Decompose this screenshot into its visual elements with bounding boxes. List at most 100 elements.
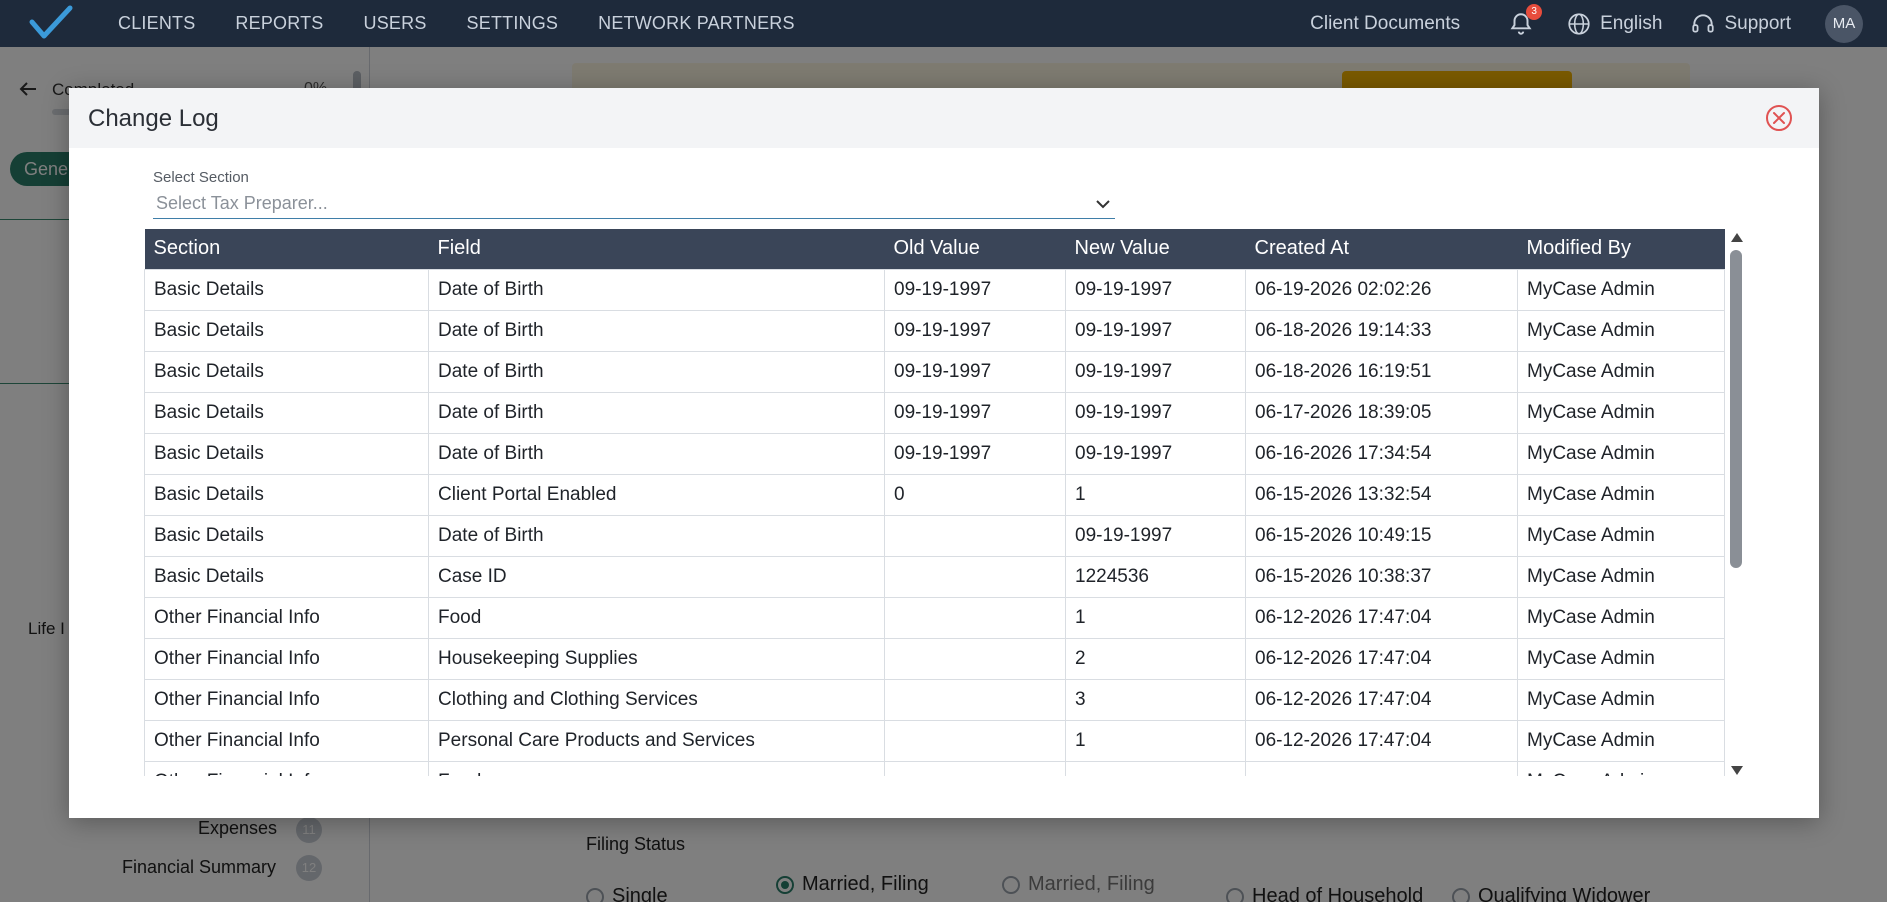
cell-section: Other Financial Info — [144, 719, 429, 762]
cell-created-at: 06-12-2026 17:47:04 — [1245, 719, 1518, 762]
user-avatar[interactable]: MA — [1825, 4, 1863, 43]
nav-reports[interactable]: REPORTS — [235, 13, 323, 34]
table-row: Basic Details Date of Birth 09-19-1997 09-1… — [144, 309, 1725, 352]
cell-field: Client Portal Enabled — [428, 473, 885, 516]
cell-old-value — [884, 678, 1066, 721]
table-row: Basic Details Date of Birth 09-19-1997 09-1… — [144, 432, 1725, 475]
cell-old-value — [884, 760, 1066, 776]
cell-old-value — [884, 514, 1066, 557]
brand-logo-icon[interactable] — [28, 4, 76, 44]
nav-right: Client Documents 3 English Support MA — [1310, 0, 1887, 47]
nav-users[interactable]: USERS — [364, 13, 427, 34]
cell-new-value: 1224536 — [1065, 555, 1246, 598]
top-nav: CLIENTS REPORTS USERS SETTINGS NETWORK P… — [0, 0, 1887, 47]
cell-modified-by: MyCase Admin — [1517, 350, 1725, 393]
notification-badge: 3 — [1526, 3, 1543, 20]
change-log-modal: Change Log Select Section Select Tax Pre… — [69, 88, 1819, 818]
cell-modified-by: MyCase Admin — [1517, 309, 1725, 352]
column-header-modified-by: Modified By — [1517, 229, 1725, 269]
cell-field: Date of Birth — [428, 350, 885, 393]
cell-created-at: 06-12-2026 17:47:04 — [1245, 596, 1518, 639]
cell-field: Case ID — [428, 555, 885, 598]
close-icon[interactable] — [1765, 104, 1793, 132]
support-label: Support — [1724, 12, 1791, 34]
cell-modified-by: MyCase Admin — [1517, 268, 1725, 311]
cell-field: Date of Birth — [428, 268, 885, 311]
cell-old-value — [884, 637, 1066, 680]
table-row: Other Financial Info Personal Care Produc… — [144, 719, 1725, 762]
cell-new-value: 09-19-1997 — [1065, 350, 1246, 393]
main-menu: CLIENTS REPORTS USERS SETTINGS NETWORK P… — [118, 0, 835, 47]
cell-new-value: 1 — [1065, 596, 1246, 639]
table-row: Basic Details Date of Birth 09-19-1997 09-1… — [144, 268, 1725, 311]
cell-modified-by: MyCase Admin — [1517, 555, 1725, 598]
modal-header: Change Log — [69, 88, 1819, 148]
section-select-placeholder: Select Tax Preparer... — [156, 192, 328, 213]
cell-old-value: 09-19-1997 — [884, 268, 1066, 311]
column-header-section: Section — [144, 229, 429, 269]
cell-section: Basic Details — [144, 391, 429, 434]
cell-old-value — [884, 596, 1066, 639]
cell-modified-by: MyCase Admin — [1517, 391, 1725, 434]
cell-new-value: 09-19-1997 — [1065, 268, 1246, 311]
nav-clients[interactable]: CLIENTS — [118, 13, 195, 34]
language-selector[interactable]: English — [1566, 11, 1662, 37]
cell-created-at: 06-16-2026 17:34:54 — [1245, 432, 1518, 475]
nav-settings[interactable]: SETTINGS — [467, 13, 559, 34]
scroll-down-arrow-icon[interactable] — [1731, 766, 1743, 775]
cell-field: Food — [428, 760, 885, 776]
cell-new-value: 2 — [1065, 637, 1246, 680]
table-header-row: Section Field Old Value New Value Create… — [144, 229, 1725, 269]
table-row: Other Financial InfoFood MyCase Admin — [144, 760, 1725, 776]
table-body: Basic Details Date of Birth 09-19-1997 09-1… — [144, 268, 1725, 776]
cell-section: Other Financial Info — [144, 760, 429, 776]
cell-created-at: 06-12-2026 17:47:04 — [1245, 678, 1518, 721]
cell-new-value: 09-19-1997 — [1065, 514, 1246, 557]
headset-icon — [1692, 13, 1715, 32]
cell-section: Basic Details — [144, 268, 429, 311]
support-link[interactable]: Support — [1690, 11, 1791, 37]
select-section-label: Select Section — [153, 169, 249, 186]
cell-section: Basic Details — [144, 432, 429, 475]
column-header-field: Field — [428, 229, 885, 269]
cell-modified-by: MyCase Admin — [1517, 514, 1725, 557]
column-header-old-value: Old Value — [884, 229, 1066, 269]
section-select[interactable]: Select Tax Preparer... — [153, 188, 1115, 219]
cell-section: Other Financial Info — [144, 637, 429, 680]
cell-new-value: 3 — [1065, 678, 1246, 721]
globe-icon — [1568, 12, 1590, 35]
cell-created-at: 06-15-2026 13:32:54 — [1245, 473, 1518, 516]
notifications-button[interactable]: 3 — [1508, 3, 1543, 37]
cell-section: Other Financial Info — [144, 678, 429, 721]
cell-old-value — [884, 719, 1066, 762]
cell-new-value — [1065, 760, 1246, 776]
cell-field: Clothing and Clothing Services — [428, 678, 885, 721]
cell-section: Basic Details — [144, 350, 429, 393]
cell-modified-by: MyCase Admin — [1517, 760, 1725, 776]
cell-field: Date of Birth — [428, 432, 885, 475]
nav-network-partners[interactable]: NETWORK PARTNERS — [598, 13, 795, 34]
table-row: Other Financial Info Food 1 06-12-2026 17:4… — [144, 596, 1725, 639]
cell-created-at: 06-15-2026 10:38:37 — [1245, 555, 1518, 598]
table-scroll-thumb[interactable] — [1730, 250, 1742, 568]
cell-modified-by: MyCase Admin — [1517, 637, 1725, 680]
cell-section: Basic Details — [144, 309, 429, 352]
cell-field: Date of Birth — [428, 391, 885, 434]
cell-field: Food — [428, 596, 885, 639]
cell-created-at: 06-19-2026 02:02:26 — [1245, 268, 1518, 311]
cell-modified-by: MyCase Admin — [1517, 678, 1725, 721]
cell-created-at: 06-12-2026 17:47:04 — [1245, 637, 1518, 680]
cell-field: Personal Care Products and Services — [428, 719, 885, 762]
cell-created-at: 06-17-2026 18:39:05 — [1245, 391, 1518, 434]
cell-old-value: 0 — [884, 473, 1066, 516]
client-documents-link[interactable]: Client Documents — [1310, 13, 1460, 35]
cell-new-value: 09-19-1997 — [1065, 391, 1246, 434]
modal-title: Change Log — [88, 105, 219, 132]
scroll-up-arrow-icon[interactable] — [1731, 233, 1743, 242]
column-header-new-value: New Value — [1065, 229, 1246, 269]
table-row: Basic Details Date of Birth 09-19-1997 06-1… — [144, 514, 1725, 557]
table-scrollbar[interactable] — [1728, 233, 1744, 775]
column-header-created-at: Created At — [1245, 229, 1518, 269]
cell-section: Basic Details — [144, 555, 429, 598]
cell-old-value: 09-19-1997 — [884, 432, 1066, 475]
